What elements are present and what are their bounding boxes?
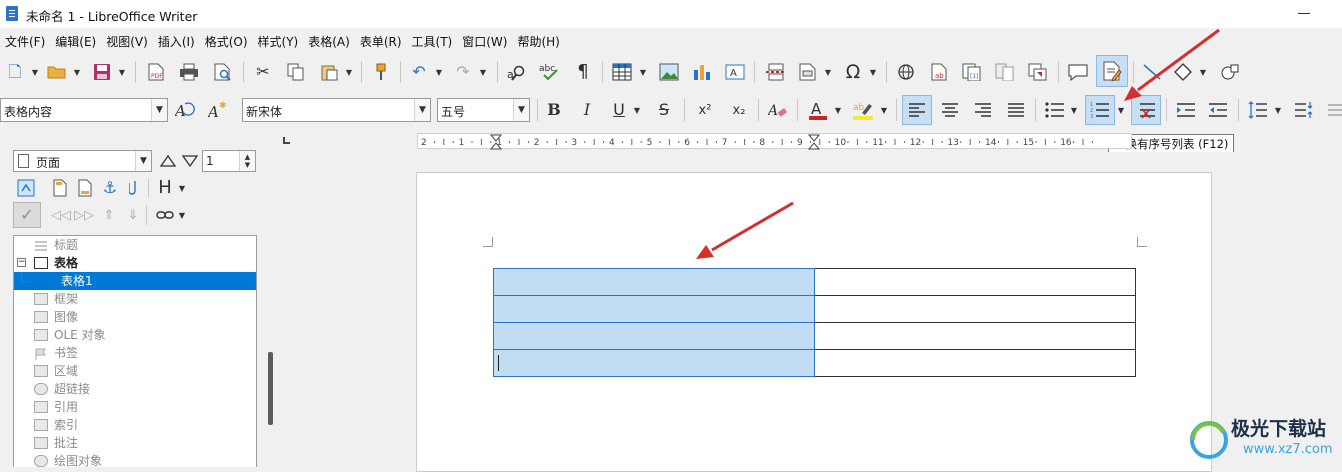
watermark-logo-icon — [1190, 421, 1228, 459]
watermark-name: 极光下载站 — [1231, 418, 1327, 440]
annotation-arrow-table — [696, 201, 794, 259]
annotation-overlay — [696, 28, 1220, 259]
annotation-arrow-toolbar — [1124, 28, 1220, 101]
watermark-url: www.xz7.com — [1243, 442, 1333, 457]
site-watermark: 极光下载站 www.xz7.com — [1185, 412, 1335, 464]
